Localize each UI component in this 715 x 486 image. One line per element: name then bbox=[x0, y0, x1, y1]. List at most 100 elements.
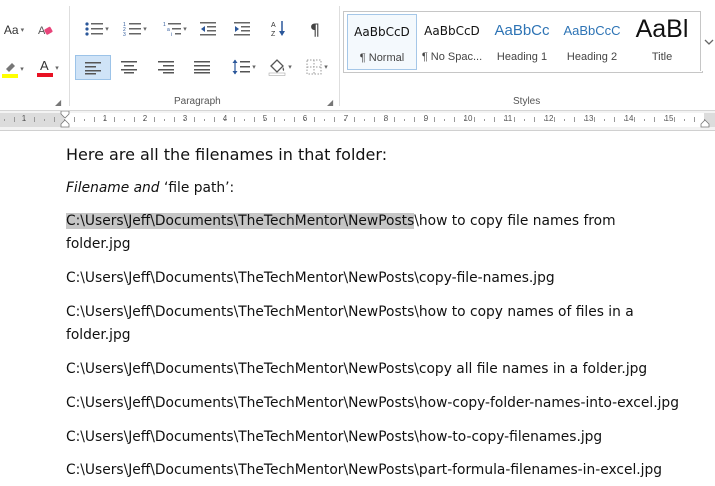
ruler-tick bbox=[694, 117, 695, 122]
ruler-tick bbox=[44, 119, 45, 121]
ruler-tick bbox=[404, 119, 405, 121]
file-path-line: C:\Users\Jeff\Documents\TheTechMentor\Ne… bbox=[66, 429, 603, 445]
paint-bucket-icon bbox=[268, 59, 286, 76]
style-normal[interactable]: AaBbCcD ¶ Normal bbox=[347, 14, 417, 70]
document-heading: Here are all the filenames in that folde… bbox=[66, 145, 388, 164]
align-left-icon bbox=[85, 61, 101, 74]
eraser-icon: A bbox=[38, 25, 53, 37]
style-name: Title bbox=[651, 51, 673, 63]
styles-gallery-more-button[interactable] bbox=[700, 11, 715, 71]
paragraph-group-label: Paragraph bbox=[174, 96, 221, 107]
style-heading-2[interactable]: AaBbCcC Heading 2 bbox=[558, 14, 626, 68]
ruler-tick bbox=[654, 117, 655, 122]
align-center-button[interactable] bbox=[118, 56, 140, 78]
ruler-tick bbox=[574, 117, 575, 122]
svg-text:a: a bbox=[167, 27, 170, 33]
ruler-tick bbox=[374, 117, 375, 122]
chevron-down-icon: ▾ bbox=[288, 63, 292, 71]
chevron-down-icon: ▾ bbox=[324, 63, 328, 71]
ruler-tick bbox=[74, 117, 75, 122]
ruler-tick bbox=[684, 119, 685, 121]
decrease-indent-button[interactable] bbox=[197, 18, 219, 40]
document-page[interactable]: Here are all the filenames in that folde… bbox=[0, 131, 715, 486]
ruler-tick bbox=[14, 117, 15, 122]
svg-text:Z: Z bbox=[271, 31, 276, 38]
file-path-rest: how to copy file names from bbox=[418, 213, 616, 229]
ruler-tick bbox=[494, 117, 495, 122]
style-sample: AaBbCcC bbox=[563, 23, 621, 38]
style-name: ¶ No Spac... bbox=[421, 51, 483, 63]
multilevel-list-button[interactable]: 1 a i ▾ bbox=[158, 18, 192, 40]
file-path-line-wrap: folder.jpg bbox=[66, 327, 131, 343]
highlighter-icon bbox=[2, 63, 19, 78]
paragraph-dialog-launcher-icon[interactable]: ◢ bbox=[327, 98, 333, 107]
font-color-button[interactable]: A ▾ bbox=[32, 56, 64, 80]
svg-text:i: i bbox=[171, 32, 172, 37]
chevron-down-icon: ▾ bbox=[20, 65, 24, 73]
style-name: Heading 1 bbox=[496, 51, 548, 63]
align-left-button[interactable] bbox=[75, 55, 111, 80]
style-title[interactable]: AaBl Title bbox=[628, 14, 696, 68]
line-spacing-button[interactable]: ▾ bbox=[228, 56, 260, 78]
ruler-tick bbox=[484, 119, 485, 121]
ruler-tick bbox=[674, 117, 675, 122]
ruler-number: 15 bbox=[664, 114, 674, 123]
change-case-button[interactable]: Aa ▾ bbox=[0, 20, 28, 40]
file-path-line: C:\Users\Jeff\Documents\TheTechMentor\Ne… bbox=[66, 395, 679, 411]
bullets-button[interactable]: ▾ bbox=[80, 18, 114, 40]
ruler-tick bbox=[284, 119, 285, 121]
borders-icon bbox=[306, 59, 322, 75]
ruler-tick bbox=[364, 119, 365, 121]
shading-button[interactable]: ▾ bbox=[264, 56, 296, 78]
justify-button[interactable] bbox=[191, 56, 213, 78]
ruler-tick bbox=[634, 117, 635, 122]
ruler-number: 2 bbox=[142, 114, 148, 123]
font-color-swatch bbox=[37, 73, 54, 77]
file-path-line: C:\Users\Jeff\Documents\TheTechMentor\Ne… bbox=[66, 361, 648, 377]
svg-text:A: A bbox=[40, 58, 49, 73]
align-right-icon bbox=[158, 61, 174, 74]
sort-button[interactable]: A Z bbox=[268, 18, 290, 40]
ruler-tick bbox=[204, 119, 205, 121]
increase-indent-button[interactable] bbox=[231, 18, 253, 40]
clear-formatting-button[interactable]: A bbox=[34, 20, 56, 40]
ruler-number: 3 bbox=[182, 114, 188, 123]
style-heading-1[interactable]: AaBbCc Heading 1 bbox=[488, 14, 556, 68]
svg-text:A: A bbox=[271, 22, 276, 29]
sort-icon: A Z bbox=[271, 21, 285, 38]
text-highlight-color-button[interactable]: ▾ bbox=[0, 58, 26, 80]
document-subheading: Filename and ‘file path’: bbox=[66, 180, 234, 196]
ruler-tick bbox=[214, 117, 215, 122]
align-right-button[interactable] bbox=[155, 56, 177, 78]
numbering-button[interactable]: 1 2 3 ▾ bbox=[118, 18, 152, 40]
ruler-tick bbox=[444, 119, 445, 121]
chevron-down-icon: ▾ bbox=[20, 27, 25, 34]
ruler-number: 14 bbox=[624, 114, 634, 123]
file-path-line: C:\Users\Jeff\Documents\TheTechMentor\Ne… bbox=[66, 304, 634, 320]
ruler-tick bbox=[174, 117, 175, 122]
horizontal-ruler[interactable]: 1 1 2 3 4 5 6 7 8 9 10 11 12 13 14 15 bbox=[0, 111, 715, 131]
font-dialog-launcher-icon[interactable]: ◢ bbox=[55, 98, 61, 107]
indent-marker-icon[interactable] bbox=[60, 111, 70, 130]
ruler-tick bbox=[294, 117, 295, 122]
change-case-label: Aa bbox=[3, 23, 19, 37]
pilcrow-icon: ¶ bbox=[309, 19, 321, 39]
subheading-italic: Filename and bbox=[66, 180, 160, 196]
selected-text[interactable]: C:\Users\Jeff\Documents\TheTechMentor\Ne… bbox=[66, 213, 415, 229]
ruler-tick bbox=[534, 117, 535, 122]
ruler-number: 1 bbox=[21, 114, 27, 123]
ruler-number: 12 bbox=[544, 114, 554, 123]
ruler-number: 5 bbox=[262, 114, 268, 123]
justify-icon bbox=[194, 61, 210, 74]
ruler-tick bbox=[114, 117, 115, 122]
right-indent-marker-icon[interactable] bbox=[700, 111, 710, 130]
borders-button[interactable]: ▾ bbox=[300, 56, 334, 78]
ruler-tick bbox=[474, 117, 475, 122]
ruler-tick bbox=[594, 117, 595, 122]
style-name: ¶ Normal bbox=[359, 52, 405, 64]
ruler-tick bbox=[334, 117, 335, 122]
show-hide-marks-button[interactable]: ¶ bbox=[304, 18, 326, 40]
style-no-spacing[interactable]: AaBbCcD ¶ No Spac... bbox=[418, 14, 486, 68]
numbering-icon: 1 2 3 bbox=[123, 22, 142, 37]
ruler-tick bbox=[274, 117, 275, 122]
